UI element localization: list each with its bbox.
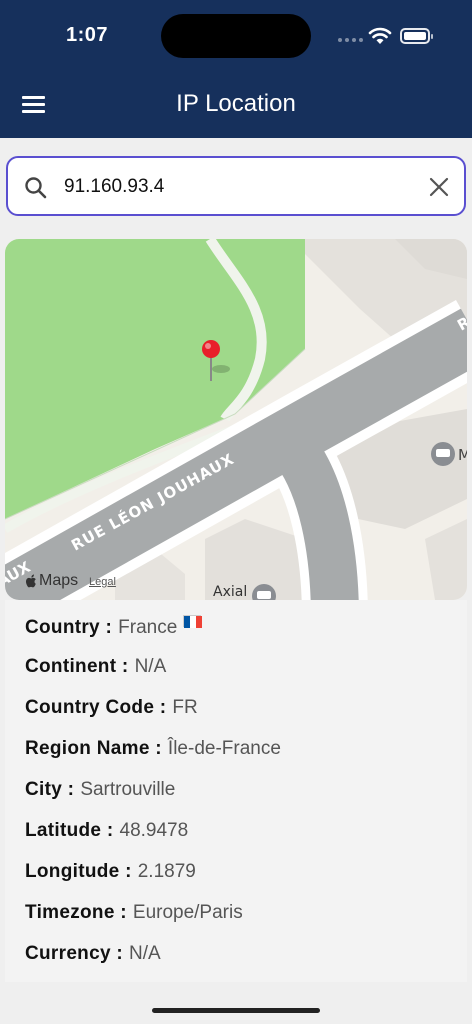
ip-details-panel: Country : France Continent : N/A Country C… [5, 600, 467, 982]
detail-value: Europe/Paris [132, 902, 243, 923]
detail-row-currency: Currency : N/A [25, 943, 161, 965]
wifi-icon [368, 27, 392, 44]
status-time: 1:07 [66, 24, 109, 46]
detail-label: City : [25, 779, 75, 800]
maps-attribution: Maps [25, 572, 78, 590]
detail-label: Country Code : [25, 697, 167, 718]
detail-value: France [118, 617, 178, 638]
detail-value: N/A [134, 656, 167, 677]
detail-value: 48.9478 [119, 820, 189, 841]
apple-logo-icon [26, 574, 36, 588]
detail-row-latitude: Latitude :48.9478 [25, 820, 188, 842]
detail-row-city: City : Sartrouville [25, 779, 175, 801]
map-canvas: RUE LÉON JOUHAUX R AUX M Axial [5, 239, 467, 600]
battery-icon [400, 28, 433, 44]
ip-search-input[interactable] [64, 172, 414, 202]
detail-value: Sartrouville [80, 779, 176, 800]
detail-label: Currency : [25, 943, 124, 964]
cellular-signal-icon [338, 38, 363, 42]
detail-value: FR [172, 697, 198, 718]
ip-search-field[interactable] [6, 156, 466, 216]
app-header: 1:07 IP Location [0, 0, 472, 138]
detail-label: Continent : [25, 656, 129, 677]
legal-link[interactable]: Legal [89, 576, 116, 588]
home-indicator[interactable] [152, 1008, 320, 1013]
detail-row-country-code: Country Code : FR [25, 697, 198, 719]
detail-row-region-name: Region Name : Île-de-France [25, 738, 281, 760]
search-icon [25, 177, 47, 199]
location-map[interactable]: RUE LÉON JOUHAUX R AUX M Axial Maps Lega… [5, 239, 467, 600]
detail-row-longitude: Longitude :2.1879 [25, 861, 196, 883]
location-pin-icon[interactable] [199, 339, 233, 385]
detail-label: Region Name : [25, 738, 162, 759]
poi-edge-label: M [458, 446, 467, 464]
france-flag-icon [183, 615, 203, 628]
page-title: IP Location [176, 90, 296, 117]
maps-label: Maps [39, 572, 79, 589]
clear-icon[interactable] [428, 176, 450, 198]
detail-row-country: Country : France [25, 615, 203, 639]
status-icons [338, 26, 438, 46]
detail-value: Île-de-France [167, 738, 281, 759]
detail-label: Latitude : [25, 820, 114, 841]
detail-label: Country : [25, 617, 113, 638]
detail-label: Timezone : [25, 902, 127, 923]
detail-value: N/A [129, 943, 161, 964]
dynamic-island [161, 14, 311, 58]
poi-label: Axial [213, 584, 247, 600]
detail-label: Longitude : [25, 861, 132, 882]
detail-row-timezone: Timezone : Europe/Paris [25, 902, 243, 924]
detail-value: 2.1879 [137, 861, 196, 882]
detail-row-continent: Continent : N/A [25, 656, 166, 678]
